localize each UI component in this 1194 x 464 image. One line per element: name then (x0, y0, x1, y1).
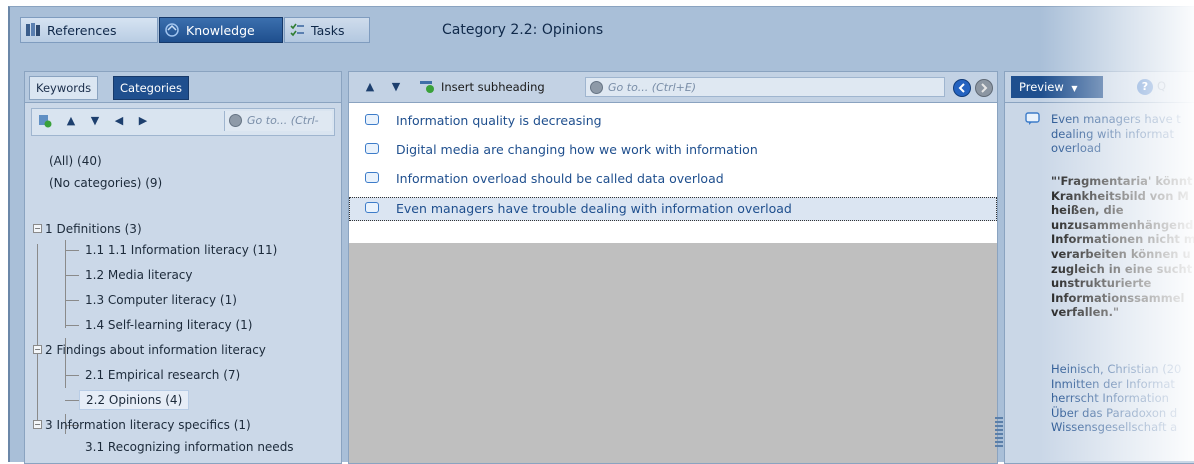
tab-tasks[interactable]: Tasks (284, 17, 370, 43)
category-tree: (All) (40) (No categories) (9) − 1 Defin… (25, 140, 341, 463)
tab-tasks-label: Tasks (311, 23, 345, 38)
collapse-icon[interactable]: − (33, 224, 42, 233)
list-item[interactable]: Information quality is decreasing (349, 109, 997, 133)
back-icon[interactable] (953, 79, 971, 97)
right-splitter-handle[interactable] (999, 417, 1003, 449)
preview-toolbar: Preview ▼ ? Q (1005, 72, 1194, 103)
tree-item-1-1[interactable]: 1.1 1.1 Information literacy (11) (85, 241, 277, 259)
tab-references-label: References (47, 23, 117, 38)
tree-line (65, 400, 79, 401)
move-up-icon[interactable]: ▲ (363, 80, 377, 94)
category-goto-input[interactable]: Go to... (Ctrl- (224, 111, 332, 131)
left-panel-tabs: Keywords Categories (25, 72, 341, 103)
move-right-icon[interactable]: ▶ (136, 114, 150, 128)
preview-title: Even managers have t dealing with inform… (1051, 112, 1181, 156)
books-icon (25, 21, 41, 37)
tree-item-2-1[interactable]: 2.1 Empirical research (7) (85, 366, 240, 384)
list-item-label: Digital media are changing how we work w… (396, 142, 758, 157)
move-down-icon[interactable]: ▼ (389, 80, 403, 94)
comment-icon (365, 202, 379, 213)
knowledge-goto-placeholder: Go to... (Ctrl+E) (608, 81, 697, 94)
tree-line (65, 375, 79, 376)
preview-label: Preview (1019, 80, 1064, 94)
list-item-label: Information quality is decreasing (396, 113, 602, 128)
tree-item-2-2-selected[interactable]: 2.2 Opinions (4) (79, 390, 190, 410)
tree-item-1-3[interactable]: 1.3 Computer literacy (1) (85, 291, 237, 309)
knowledge-list: Information quality is decreasing Digita… (349, 103, 997, 243)
goto-icon (229, 114, 242, 127)
tree-line (65, 240, 66, 328)
comment-icon (365, 114, 379, 125)
chevron-down-icon: ▼ (1071, 84, 1078, 93)
preview-panel: Preview ▼ ? Q Even managers have t deali… (999, 71, 1194, 464)
insert-subheading-button[interactable]: Insert subheading (419, 77, 545, 97)
preview-quote: "'Fragmentaria' könnt Krankheitsbild von… (1051, 174, 1194, 320)
tab-categories[interactable]: Categories (113, 76, 189, 100)
tab-knowledge-label: Knowledge (186, 23, 255, 38)
insert-subheading-label: Insert subheading (441, 80, 545, 94)
list-item-label: Information overload should be called da… (396, 171, 724, 186)
comment-icon (1025, 112, 1041, 128)
tree-item-definitions[interactable]: 1 Definitions (3) (45, 220, 142, 238)
tree-item-3-1[interactable]: 3.1 Recognizing information needs (85, 438, 294, 456)
knowledge-toolbar: ▲ ▼ Insert subheading Go to... (Ctrl+E) (349, 72, 997, 103)
tasks-icon (289, 21, 305, 37)
tree-item-specifics[interactable]: 3 Information literacy specifics (1) (45, 416, 251, 434)
tree-item-1-2[interactable]: 1.2 Media literacy (85, 266, 193, 284)
collapse-icon[interactable]: − (33, 345, 42, 354)
move-left-icon[interactable]: ◀ (112, 114, 126, 128)
knowledge-list-panel: ▲ ▼ Insert subheading Go to... (Ctrl+E) (348, 71, 999, 464)
help-label: Q (1157, 79, 1167, 93)
move-up-icon[interactable]: ▲ (64, 114, 78, 128)
tree-line (65, 250, 79, 251)
tree-line (65, 275, 79, 276)
app-window: References Knowledge Tasks Category 2.2:… (8, 6, 1194, 464)
goto-icon (590, 81, 603, 94)
preview-source[interactable]: Heinisch, Christian (20 Inmitten der Inf… (1051, 362, 1194, 435)
tree-item-1-4[interactable]: 1.4 Self-learning literacy (1) (85, 316, 252, 334)
help-icon[interactable]: ? (1137, 79, 1153, 95)
tree-item-all[interactable]: (All) (40) (49, 152, 102, 170)
comment-icon (365, 172, 379, 183)
list-item-label: Even managers have trouble dealing with … (396, 201, 792, 216)
knowledge-icon (164, 21, 180, 37)
tree-line (65, 300, 79, 301)
forward-icon[interactable] (975, 79, 993, 97)
tab-keywords[interactable]: Keywords (29, 76, 99, 100)
list-item[interactable]: Digital media are changing how we work w… (349, 138, 997, 162)
collapse-icon[interactable]: − (33, 420, 42, 429)
page-title: Category 2.2: Opinions (442, 22, 604, 38)
category-panel: Keywords Categories ▲ ▼ ◀ ▶ Go to... (Ct… (24, 71, 355, 464)
tree-line (37, 244, 38, 424)
tab-references[interactable]: References (20, 17, 158, 43)
list-item-selected[interactable]: Even managers have trouble dealing with … (349, 197, 997, 221)
tree-item-findings[interactable]: 2 Findings about information literacy (45, 341, 266, 359)
category-goto-placeholder: Go to... (Ctrl- (247, 114, 319, 127)
tab-knowledge[interactable]: Knowledge (159, 17, 283, 43)
move-down-icon[interactable]: ▼ (88, 114, 102, 128)
add-category-icon[interactable] (38, 114, 52, 128)
tree-line (65, 325, 79, 326)
list-item[interactable]: Information overload should be called da… (349, 167, 997, 191)
insert-subheading-icon (419, 78, 435, 94)
preview-button[interactable]: Preview ▼ (1011, 76, 1103, 98)
comment-icon (365, 143, 379, 154)
category-toolbar: ▲ ▼ ◀ ▶ Go to... (Ctrl- (31, 108, 335, 136)
knowledge-goto-input[interactable]: Go to... (Ctrl+E) (585, 77, 945, 97)
tree-item-no-categories[interactable]: (No categories) (9) (49, 174, 162, 192)
